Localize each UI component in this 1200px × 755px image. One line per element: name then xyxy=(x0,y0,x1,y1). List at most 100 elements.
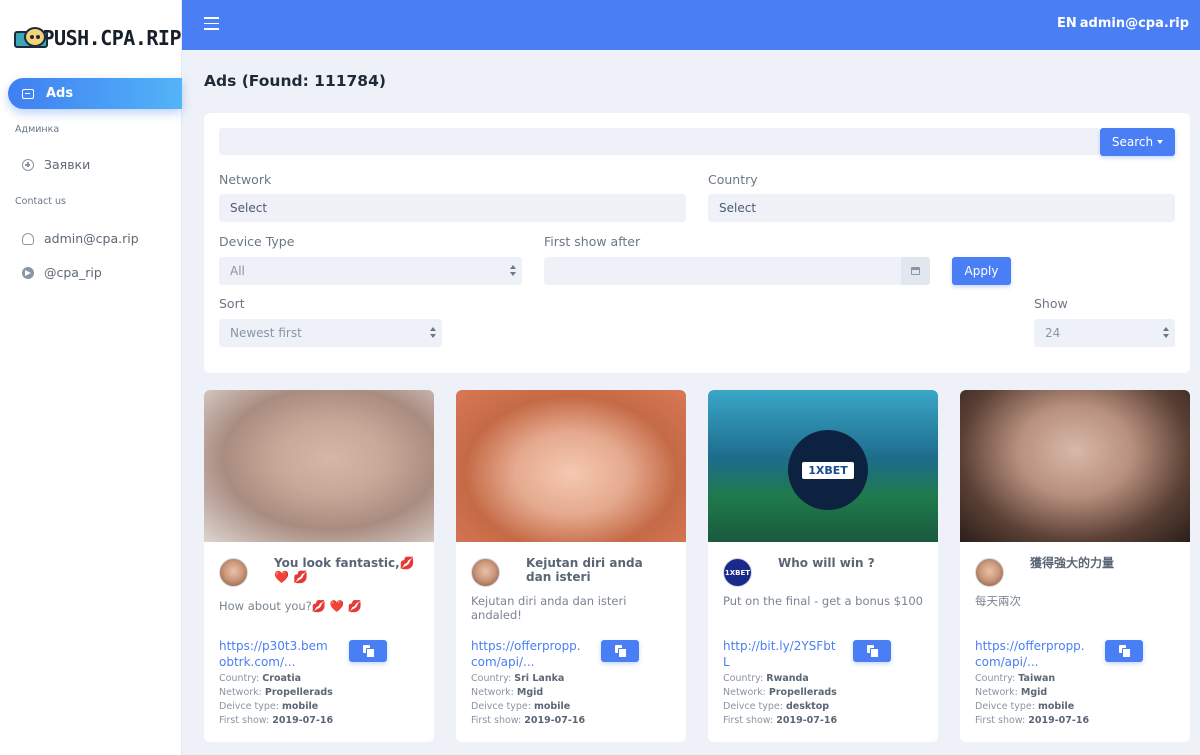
select-arrows-icon xyxy=(1163,327,1169,338)
sidebar-item-ads[interactable]: Ads xyxy=(8,78,182,109)
ad-meta: Country: Croatia Network: Propellerads D… xyxy=(219,673,334,726)
ad-image[interactable] xyxy=(960,390,1190,542)
ad-image-logo: 1XBET xyxy=(788,430,868,510)
ad-network: Mgid xyxy=(516,687,544,698)
user-menu[interactable]: admin@cpa.rip xyxy=(1080,16,1189,31)
ad-device: mobile xyxy=(1037,701,1075,712)
copy-link-button[interactable] xyxy=(1105,640,1143,662)
ad-network: Propellerads xyxy=(768,687,837,698)
ad-title: You look fantastic,💋❤️ 💋 xyxy=(274,556,415,584)
filter-panel: Search Network Select Country Select Dev… xyxy=(204,113,1190,373)
ad-first-show: 2019-07-16 xyxy=(524,715,586,726)
ad-title: Who will win ? xyxy=(778,556,875,570)
ad-title: Kejutan diri anda dan isteri xyxy=(526,556,643,584)
select-arrows-icon xyxy=(510,265,516,276)
ad-country: Rwanda xyxy=(766,673,809,684)
device-type-select[interactable]: All xyxy=(219,257,522,285)
copy-link-button[interactable] xyxy=(601,640,639,662)
show-count-value: 24 xyxy=(1045,326,1061,340)
sidebar-section-admin: Админка xyxy=(15,124,60,135)
telegram-icon xyxy=(22,266,34,279)
copy-link-button[interactable] xyxy=(853,640,891,662)
search-button-label: Search xyxy=(1111,135,1154,149)
ad-body: Put on the final - get a bonus $100 xyxy=(723,594,923,608)
plus-circle-icon xyxy=(22,158,34,171)
search-input[interactable] xyxy=(219,128,1100,155)
sidebar-item-telegram[interactable]: @cpa_rip xyxy=(22,265,102,280)
ad-card: 1XBET 1XBET Who will win ? Put on the fi… xyxy=(708,390,938,742)
language-switch[interactable]: EN xyxy=(1057,16,1077,31)
page-title: Ads (Found: 111784) xyxy=(204,72,386,90)
ad-network: Mgid xyxy=(1020,687,1048,698)
device-type-label: Device Type xyxy=(219,234,295,249)
sidebar: PUSH.CPA.RIP Ads Админка Заявки Contact … xyxy=(0,0,182,755)
device-type-value: All xyxy=(230,264,245,278)
sidebar-item-label: Ads xyxy=(46,86,74,101)
brand-name: PUSH.CPA.RIP xyxy=(42,26,182,50)
ad-image[interactable] xyxy=(204,390,434,542)
search-button[interactable]: Search xyxy=(1100,128,1175,156)
ad-icon: 1XBET xyxy=(723,558,752,587)
ad-meta: Country: Taiwan Network: Mgid Deivce typ… xyxy=(975,673,1090,726)
caret-down-icon xyxy=(1157,140,1164,144)
ad-body: Kejutan diri anda dan isteri andaled! xyxy=(471,594,627,622)
ad-link[interactable]: http://bit.ly/2YSFbtL xyxy=(723,638,838,670)
image-icon xyxy=(22,88,34,99)
ad-first-show: 2019-07-16 xyxy=(1028,715,1090,726)
calendar-button[interactable] xyxy=(901,257,930,285)
show-count-select[interactable]: 24 xyxy=(1034,319,1175,347)
sidebar-item-label: admin@cpa.rip xyxy=(44,231,139,246)
ad-country: Taiwan xyxy=(1018,673,1056,684)
brand-logo-icon xyxy=(14,25,48,51)
apply-button[interactable]: Apply xyxy=(952,257,1011,285)
calendar-icon xyxy=(911,267,920,275)
ad-meta: Country: Sri Lanka Network: Mgid Deivce … xyxy=(471,673,586,726)
sidebar-item-requests[interactable]: Заявки xyxy=(22,157,90,172)
ad-icon xyxy=(219,558,248,587)
ad-device: desktop xyxy=(785,701,830,712)
headset-icon xyxy=(22,232,34,245)
country-select-value: Select xyxy=(719,201,757,215)
ad-image[interactable] xyxy=(456,390,686,542)
sort-select[interactable]: Newest first xyxy=(219,319,442,347)
sidebar-item-label: @cpa_rip xyxy=(44,265,102,280)
ad-icon xyxy=(471,558,500,587)
network-select[interactable]: Select xyxy=(219,194,686,222)
sidebar-section-contact: Contact us xyxy=(15,196,66,207)
ad-network: Propellerads xyxy=(264,687,333,698)
ad-country: Sri Lanka xyxy=(514,673,565,684)
ad-title: 獲得強大的力量 xyxy=(1030,556,1115,570)
country-select[interactable]: Select xyxy=(708,194,1175,222)
ad-country: Croatia xyxy=(262,673,302,684)
ad-device: mobile xyxy=(533,701,571,712)
network-select-value: Select xyxy=(230,201,268,215)
first-show-label: First show after xyxy=(544,234,641,249)
ad-link[interactable]: https://p30t3.bemobtrk.com/... xyxy=(219,638,334,670)
ad-body: How about you?💋 ❤️ 💋 xyxy=(219,599,363,613)
menu-icon[interactable] xyxy=(204,17,219,30)
ad-first-show: 2019-07-16 xyxy=(272,715,334,726)
show-label: Show xyxy=(1034,296,1068,311)
sidebar-item-email[interactable]: admin@cpa.rip xyxy=(22,231,139,246)
ad-image[interactable]: 1XBET xyxy=(708,390,938,542)
topbar: EN admin@cpa.rip xyxy=(182,0,1200,50)
country-label: Country xyxy=(708,172,758,187)
ad-first-show: 2019-07-16 xyxy=(776,715,838,726)
sort-value: Newest first xyxy=(230,326,302,340)
ad-link[interactable]: https://offerpropp.com/api/... xyxy=(975,638,1090,670)
sort-label: Sort xyxy=(219,296,245,311)
ad-body: 每天兩次 xyxy=(975,594,1021,608)
sidebar-item-label: Заявки xyxy=(44,157,91,172)
brand[interactable]: PUSH.CPA.RIP xyxy=(0,0,181,76)
ad-device: mobile xyxy=(281,701,319,712)
ad-icon xyxy=(975,558,1004,587)
ad-meta: Country: Rwanda Network: Propellerads De… xyxy=(723,673,838,726)
copy-link-button[interactable] xyxy=(349,640,387,662)
ad-card: Kejutan diri anda dan isteri Kejutan dir… xyxy=(456,390,686,742)
network-label: Network xyxy=(219,172,272,187)
ad-link[interactable]: https://offerpropp.com/api/... xyxy=(471,638,586,670)
ad-card: 獲得強大的力量 每天兩次 https://offerpropp.com/api/… xyxy=(960,390,1190,742)
select-arrows-icon xyxy=(430,327,436,338)
first-show-date-input[interactable] xyxy=(544,257,930,285)
ad-card: You look fantastic,💋❤️ 💋 How about you?💋… xyxy=(204,390,434,742)
